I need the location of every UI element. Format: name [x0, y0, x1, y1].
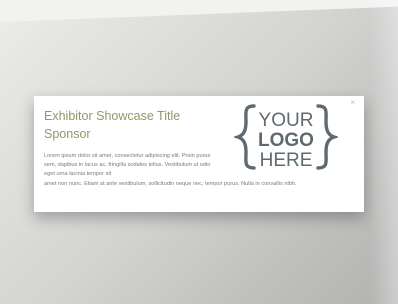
modal-title: Exhibitor Showcase Title Sponsor: [44, 107, 234, 143]
sponsor-modal: × Exhibitor Showcase Title Sponsor YOUR …: [34, 96, 364, 212]
description-part-1: Lorem ipsum dolor sit amet, consectetur …: [44, 153, 211, 178]
logo-line-1: YOUR: [259, 110, 314, 131]
logo-line-2: LOGO: [258, 130, 314, 151]
backdrop: × Exhibitor Showcase Title Sponsor YOUR …: [0, 0, 398, 304]
close-icon[interactable]: ×: [350, 99, 355, 107]
modal-description: Lorem ipsum dolor sit amet, consectetur …: [44, 152, 356, 189]
description-part-2: amet non nunc. Etiam at ante vestibulum,…: [44, 180, 297, 187]
title-line-2: Sponsor: [44, 127, 91, 141]
title-line-1: Exhibitor Showcase Title: [44, 109, 181, 123]
